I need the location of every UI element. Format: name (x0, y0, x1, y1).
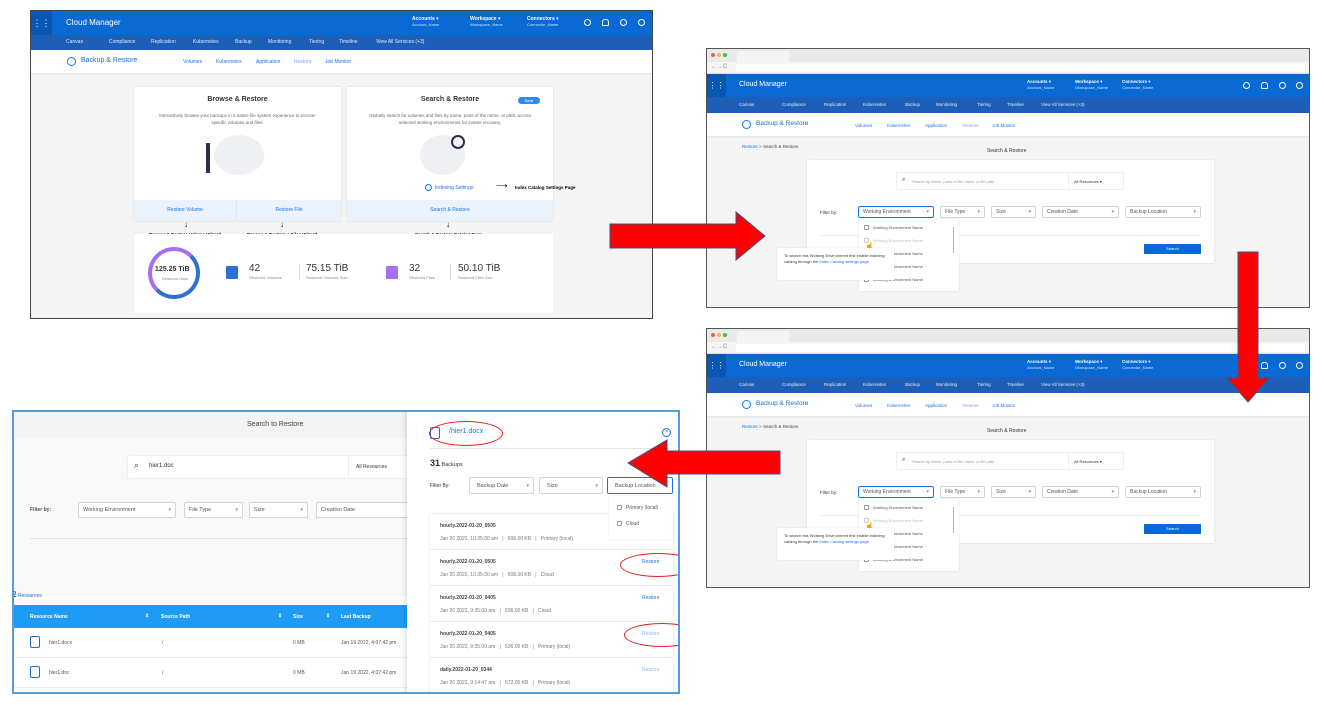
flow-arrows (609, 210, 1271, 488)
arrow-right-icon (609, 210, 766, 262)
arrow-down-icon (1225, 251, 1271, 403)
arrow-left-icon (627, 439, 781, 488)
